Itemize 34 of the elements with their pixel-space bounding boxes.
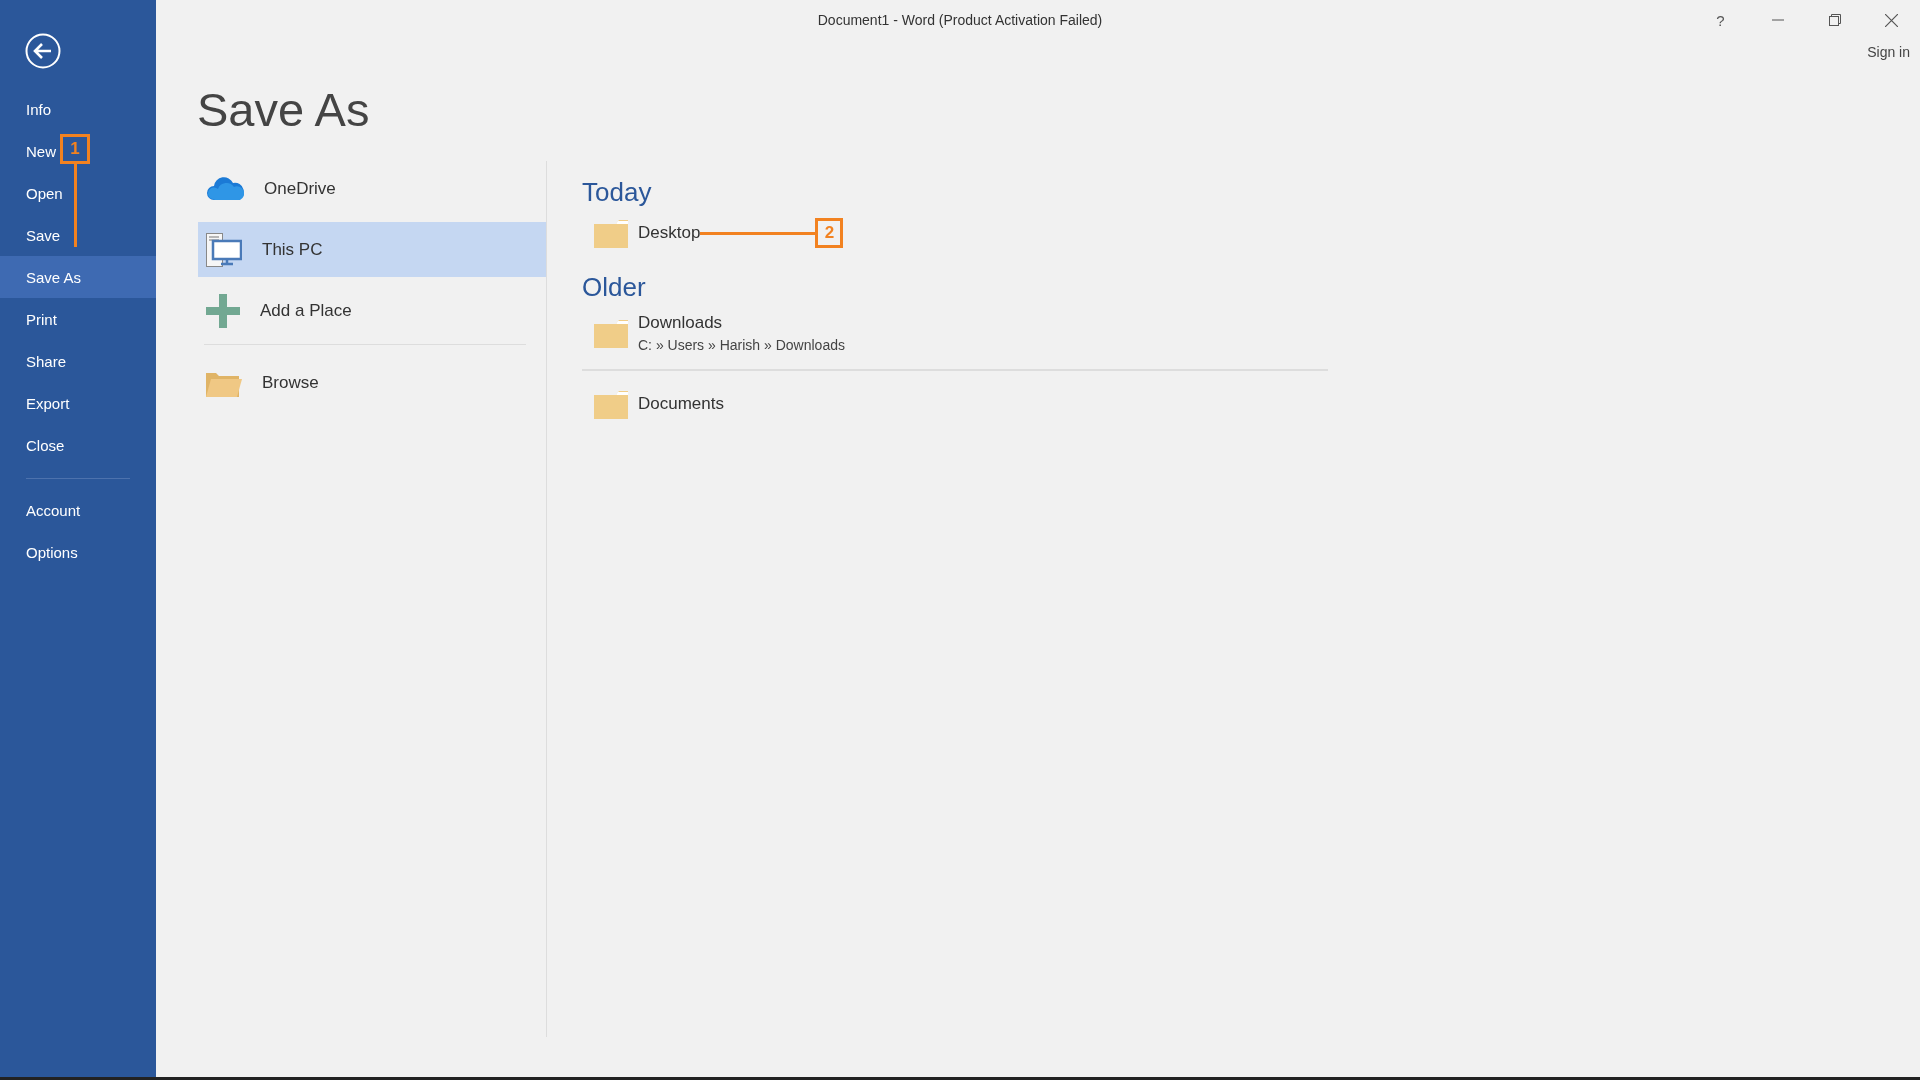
close-icon (1885, 13, 1898, 27)
menu-item[interactable]: Account (0, 489, 156, 531)
sign-in-link[interactable]: Sign in (1867, 44, 1910, 60)
menu-item[interactable]: Export (0, 382, 156, 424)
help-button[interactable]: ? (1692, 0, 1749, 40)
group-heading: Today (582, 177, 653, 208)
menu-item[interactable]: Share (0, 340, 156, 382)
menu-item[interactable]: Print (0, 298, 156, 340)
computer-icon (206, 232, 242, 267)
place-item[interactable]: Add a Place (198, 283, 546, 338)
folder-path: C: » Users » Harish » Downloads (638, 337, 845, 353)
place-item[interactable]: Browse (198, 355, 546, 410)
menu-item[interactable]: Close (0, 424, 156, 466)
folder-icon (594, 318, 628, 348)
page-title: Save As (197, 82, 371, 137)
callout-number: 2 (815, 218, 844, 248)
menu-item[interactable]: Save (0, 214, 156, 256)
folder-link[interactable]: Downloads (638, 313, 845, 333)
window-title: Document1 - Word (Product Activation Failed) (817, 12, 1103, 28)
group-heading: Older (582, 272, 647, 303)
cloud-icon (206, 175, 244, 202)
plus-icon (206, 293, 240, 328)
folder-link[interactable]: Desktop (638, 223, 701, 243)
callout-number: 1 (60, 134, 90, 164)
folder-link[interactable]: Documents (638, 394, 724, 414)
place-item[interactable]: This PC (198, 222, 546, 277)
folder-icon (594, 218, 628, 248)
menu-item[interactable]: Save As (0, 256, 156, 298)
menu-item[interactable]: Open (0, 172, 156, 214)
folder-icon (594, 389, 628, 419)
menu-item[interactable]: Info (0, 88, 156, 130)
menu-item[interactable]: Options (0, 531, 156, 573)
restore-icon (1828, 14, 1841, 26)
place-item[interactable]: OneDrive (198, 161, 546, 216)
